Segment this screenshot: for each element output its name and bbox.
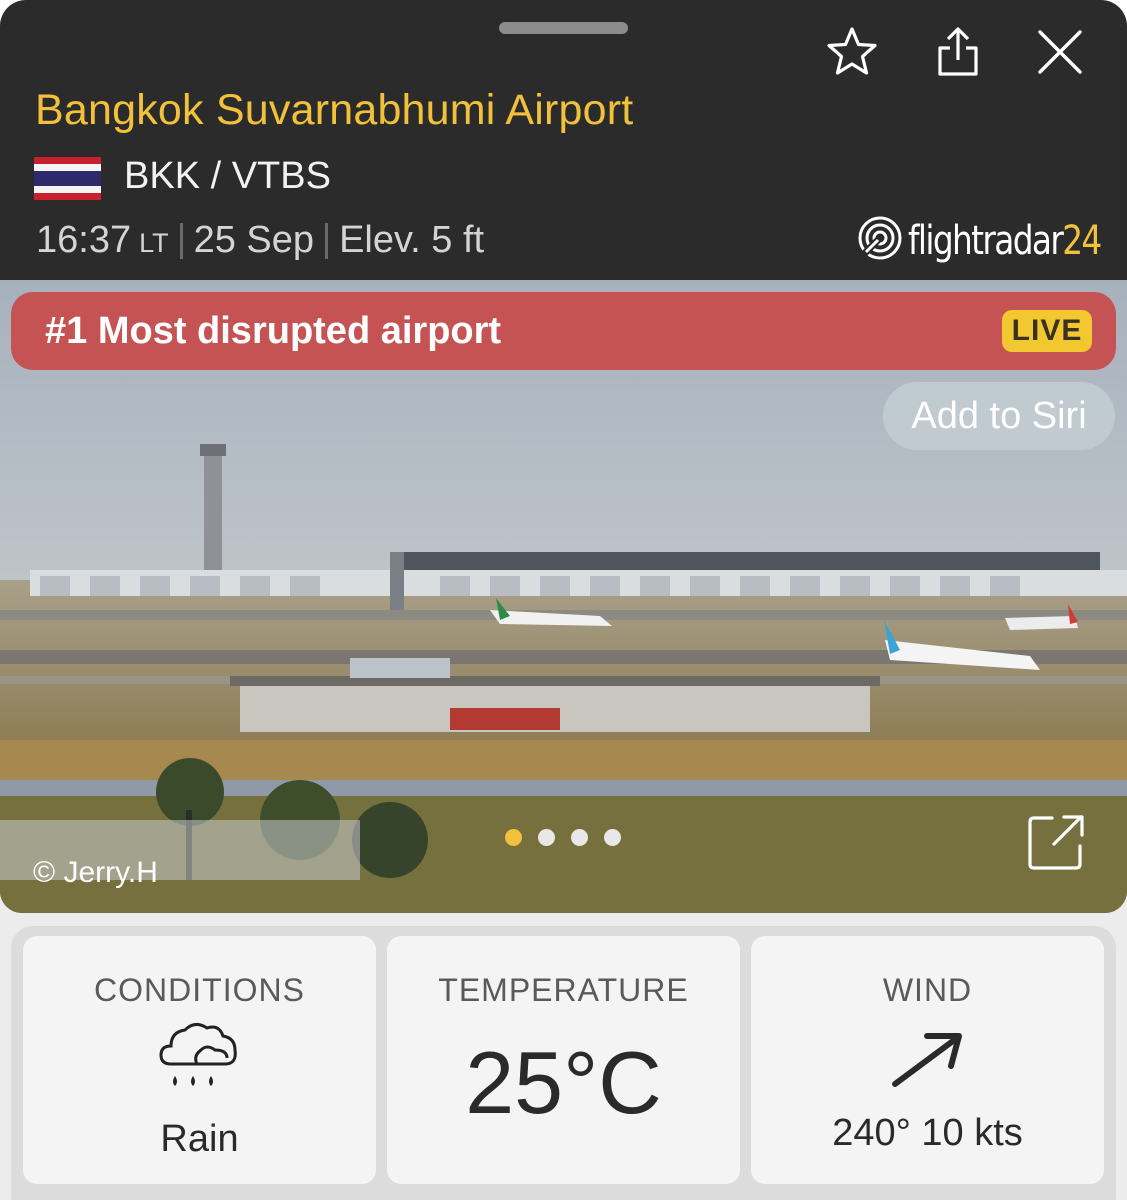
brand-name: flightradar (908, 217, 1064, 264)
weather-panel: CONDITIONS Rain TEMPERATURE 25°C WIND 24… (11, 926, 1116, 1200)
wind-label: WIND (882, 972, 973, 1008)
wind-value: 240° 10 kts (832, 1112, 1023, 1154)
wind-card[interactable]: WIND 240° 10 kts (751, 936, 1104, 1184)
disruption-text: #1 Most disrupted airport (45, 310, 502, 352)
airport-sheet: Bangkok Suvarnabhumi Airport BKK / VTBS … (0, 0, 1127, 1200)
close-icon (1035, 27, 1085, 77)
airport-meta: 16:37 LT 25 Sep Elev. 5 ft (36, 219, 484, 262)
conditions-label: CONDITIONS (94, 972, 305, 1008)
page-indicator[interactable] (505, 829, 621, 846)
share-icon (933, 26, 983, 78)
sheet-grabber[interactable] (499, 22, 628, 34)
page-dot[interactable] (571, 829, 588, 846)
airport-photo-image (0, 280, 1127, 913)
local-time-suffix: LT (139, 228, 169, 258)
conditions-card[interactable]: CONDITIONS Rain (23, 936, 376, 1184)
rain-cloud-icon (157, 1018, 243, 1101)
meta-divider (179, 222, 183, 259)
temperature-label: TEMPERATURE (438, 972, 689, 1008)
favorite-button[interactable] (824, 24, 880, 80)
radar-icon (858, 216, 902, 265)
add-to-siri-button[interactable]: Add to Siri (883, 382, 1115, 450)
flightradar24-logo: flightradar24 (858, 216, 1127, 265)
airport-header: Bangkok Suvarnabhumi Airport BKK / VTBS … (0, 0, 1127, 280)
page-dot[interactable] (538, 829, 555, 846)
expand-photo-button[interactable] (1026, 812, 1088, 874)
wind-arrow-icon (887, 1028, 967, 1095)
disruption-banner[interactable]: #1 Most disrupted airport LIVE (11, 292, 1116, 370)
expand-icon (1026, 815, 1088, 878)
meta-divider (325, 222, 329, 259)
local-date: 25 Sep (193, 219, 315, 261)
page-dot[interactable] (505, 829, 522, 846)
star-icon (825, 26, 879, 78)
thailand-flag-icon (34, 157, 101, 200)
elevation: Elev. 5 ft (339, 219, 485, 261)
airport-name: Bangkok Suvarnabhumi Airport (35, 86, 634, 134)
share-button[interactable] (930, 24, 986, 80)
live-badge: LIVE (1002, 310, 1092, 352)
close-button[interactable] (1032, 24, 1088, 80)
local-time: 16:37 (36, 219, 132, 261)
temperature-card[interactable]: TEMPERATURE 25°C (387, 936, 740, 1184)
airport-photo[interactable]: #1 Most disrupted airport LIVE Add to Si… (0, 280, 1127, 913)
conditions-value: Rain (160, 1118, 239, 1160)
page-dot[interactable] (604, 829, 621, 846)
temperature-value: 25°C (465, 1033, 662, 1132)
brand-number: 24 (1062, 217, 1102, 264)
airport-codes: BKK / VTBS (124, 155, 331, 197)
photo-credit: © Jerry.H (33, 856, 158, 889)
